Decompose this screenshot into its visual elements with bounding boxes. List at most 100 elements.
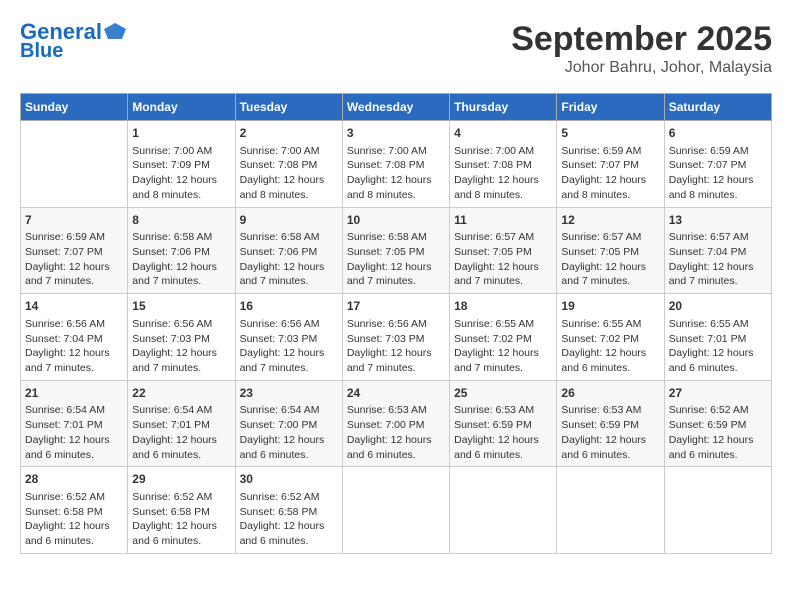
day-info: Sunrise: 6:54 AM Sunset: 7:01 PM Dayligh… [25, 403, 123, 462]
day-info: Sunrise: 6:56 AM Sunset: 7:04 PM Dayligh… [25, 317, 123, 376]
day-info: Sunrise: 6:56 AM Sunset: 7:03 PM Dayligh… [132, 317, 230, 376]
day-number: 12 [561, 212, 659, 229]
header-friday: Friday [557, 94, 664, 121]
calendar-cell: 9Sunrise: 6:58 AM Sunset: 7:06 PM Daylig… [235, 207, 342, 294]
day-number: 9 [240, 212, 338, 229]
day-info: Sunrise: 6:59 AM Sunset: 7:07 PM Dayligh… [669, 144, 767, 203]
calendar-cell: 30Sunrise: 6:52 AM Sunset: 6:58 PM Dayli… [235, 467, 342, 554]
day-info: Sunrise: 6:59 AM Sunset: 7:07 PM Dayligh… [561, 144, 659, 203]
day-info: Sunrise: 7:00 AM Sunset: 7:08 PM Dayligh… [347, 144, 445, 203]
day-number: 5 [561, 125, 659, 142]
logo: General Blue [20, 20, 126, 62]
calendar-table: SundayMondayTuesdayWednesdayThursdayFrid… [20, 93, 772, 554]
header-sunday: Sunday [21, 94, 128, 121]
calendar-cell [342, 467, 449, 554]
day-number: 29 [132, 471, 230, 488]
calendar-cell: 5 Sunrise: 6:59 AM Sunset: 7:07 PM Daylig… [557, 121, 664, 208]
logo-blue-text: Blue [20, 40, 63, 62]
day-info: Sunrise: 6:54 AM Sunset: 7:00 PM Dayligh… [240, 403, 338, 462]
calendar-cell: 29 Sunrise: 6:52 AM Sunset: 6:58 PM Dayli… [128, 467, 235, 554]
day-number: 30 [240, 471, 338, 488]
day-number: 28 [25, 471, 123, 488]
calendar-cell: 26Sunrise: 6:53 AM Sunset: 6:59 PM Dayli… [557, 380, 664, 467]
calendar-cell [450, 467, 557, 554]
day-info: Sunrise: 6:56 AM Sunset: 7:03 PM Dayligh… [347, 317, 445, 376]
day-info: Sunrise: 6:52 AM Sunset: 6:59 PM Dayligh… [669, 403, 767, 462]
day-number: 1 [132, 125, 230, 142]
day-info: Sunrise: 7:00 AM Sunset: 7:08 PM Dayligh… [240, 144, 338, 203]
day-info: Sunrise: 6:58 AM Sunset: 7:05 PM Dayligh… [347, 230, 445, 289]
day-number: 13 [669, 212, 767, 229]
calendar-header-row: SundayMondayTuesdayWednesdayThursdayFrid… [21, 94, 772, 121]
title-area: September 2025 Johor Bahru, Johor, Malay… [511, 20, 772, 77]
day-info: Sunrise: 6:52 AM Sunset: 6:58 PM Dayligh… [132, 490, 230, 549]
calendar-cell: 10Sunrise: 6:58 AM Sunset: 7:05 PM Dayli… [342, 207, 449, 294]
day-info: Sunrise: 6:54 AM Sunset: 7:01 PM Dayligh… [132, 403, 230, 462]
day-info: Sunrise: 6:53 AM Sunset: 6:59 PM Dayligh… [561, 403, 659, 462]
day-number: 4 [454, 125, 552, 142]
day-number: 15 [132, 298, 230, 315]
day-info: Sunrise: 6:52 AM Sunset: 6:58 PM Dayligh… [25, 490, 123, 549]
calendar-cell: 25Sunrise: 6:53 AM Sunset: 6:59 PM Dayli… [450, 380, 557, 467]
day-info: Sunrise: 6:55 AM Sunset: 7:01 PM Dayligh… [669, 317, 767, 376]
day-info: Sunrise: 6:58 AM Sunset: 7:06 PM Dayligh… [132, 230, 230, 289]
calendar-cell: 4Sunrise: 7:00 AM Sunset: 7:08 PM Daylig… [450, 121, 557, 208]
day-info: Sunrise: 6:58 AM Sunset: 7:06 PM Dayligh… [240, 230, 338, 289]
day-info: Sunrise: 6:59 AM Sunset: 7:07 PM Dayligh… [25, 230, 123, 289]
month-title: September 2025 [511, 20, 772, 59]
day-info: Sunrise: 7:00 AM Sunset: 7:09 PM Dayligh… [132, 144, 230, 203]
day-info: Sunrise: 6:55 AM Sunset: 7:02 PM Dayligh… [454, 317, 552, 376]
calendar-cell: 28 Sunrise: 6:52 AM Sunset: 6:58 PM Dayli… [21, 467, 128, 554]
calendar-cell: 21Sunrise: 6:54 AM Sunset: 7:01 PM Dayli… [21, 380, 128, 467]
logo-icon [104, 21, 126, 41]
day-info: Sunrise: 6:55 AM Sunset: 7:02 PM Dayligh… [561, 317, 659, 376]
day-number: 16 [240, 298, 338, 315]
calendar-cell [21, 121, 128, 208]
calendar-week-row: 7Sunrise: 6:59 AM Sunset: 7:07 PM Daylig… [21, 207, 772, 294]
day-number: 25 [454, 385, 552, 402]
day-number: 10 [347, 212, 445, 229]
header-monday: Monday [128, 94, 235, 121]
calendar-cell: 19Sunrise: 6:55 AM Sunset: 7:02 PM Dayli… [557, 294, 664, 381]
calendar-cell [557, 467, 664, 554]
day-number: 6 [669, 125, 767, 142]
day-number: 17 [347, 298, 445, 315]
calendar-cell: 6 Sunrise: 6:59 AM Sunset: 7:07 PM Daylig… [664, 121, 771, 208]
location-title: Johor Bahru, Johor, Malaysia [511, 59, 772, 77]
calendar-cell: 15 Sunrise: 6:56 AM Sunset: 7:03 PM Dayli… [128, 294, 235, 381]
calendar-cell: 17 Sunrise: 6:56 AM Sunset: 7:03 PM Dayli… [342, 294, 449, 381]
calendar-cell: 2 Sunrise: 7:00 AM Sunset: 7:08 PM Daylig… [235, 121, 342, 208]
calendar-cell: 8Sunrise: 6:58 AM Sunset: 7:06 PM Daylig… [128, 207, 235, 294]
calendar-cell: 27Sunrise: 6:52 AM Sunset: 6:59 PM Dayli… [664, 380, 771, 467]
calendar-week-row: 1 Sunrise: 7:00 AM Sunset: 7:09 PM Daylig… [21, 121, 772, 208]
day-number: 14 [25, 298, 123, 315]
calendar-cell: 22Sunrise: 6:54 AM Sunset: 7:01 PM Dayli… [128, 380, 235, 467]
calendar-cell: 20 Sunrise: 6:55 AM Sunset: 7:01 PM Dayli… [664, 294, 771, 381]
calendar-cell: 23Sunrise: 6:54 AM Sunset: 7:00 PM Dayli… [235, 380, 342, 467]
header-wednesday: Wednesday [342, 94, 449, 121]
day-number: 24 [347, 385, 445, 402]
header-tuesday: Tuesday [235, 94, 342, 121]
day-info: Sunrise: 6:57 AM Sunset: 7:05 PM Dayligh… [454, 230, 552, 289]
day-number: 11 [454, 212, 552, 229]
day-number: 2 [240, 125, 338, 142]
calendar-week-row: 21Sunrise: 6:54 AM Sunset: 7:01 PM Dayli… [21, 380, 772, 467]
calendar-cell: 14 Sunrise: 6:56 AM Sunset: 7:04 PM Dayli… [21, 294, 128, 381]
day-number: 3 [347, 125, 445, 142]
calendar-cell: 16Sunrise: 6:56 AM Sunset: 7:03 PM Dayli… [235, 294, 342, 381]
calendar-cell: 11Sunrise: 6:57 AM Sunset: 7:05 PM Dayli… [450, 207, 557, 294]
day-number: 23 [240, 385, 338, 402]
day-info: Sunrise: 6:53 AM Sunset: 6:59 PM Dayligh… [454, 403, 552, 462]
calendar-cell: 12Sunrise: 6:57 AM Sunset: 7:05 PM Dayli… [557, 207, 664, 294]
calendar-cell: 7Sunrise: 6:59 AM Sunset: 7:07 PM Daylig… [21, 207, 128, 294]
day-number: 20 [669, 298, 767, 315]
day-number: 8 [132, 212, 230, 229]
calendar-cell: 24Sunrise: 6:53 AM Sunset: 7:00 PM Dayli… [342, 380, 449, 467]
day-number: 21 [25, 385, 123, 402]
day-info: Sunrise: 6:57 AM Sunset: 7:04 PM Dayligh… [669, 230, 767, 289]
day-number: 22 [132, 385, 230, 402]
day-info: Sunrise: 6:57 AM Sunset: 7:05 PM Dayligh… [561, 230, 659, 289]
day-number: 18 [454, 298, 552, 315]
day-number: 7 [25, 212, 123, 229]
calendar-cell: 3 Sunrise: 7:00 AM Sunset: 7:08 PM Daylig… [342, 121, 449, 208]
